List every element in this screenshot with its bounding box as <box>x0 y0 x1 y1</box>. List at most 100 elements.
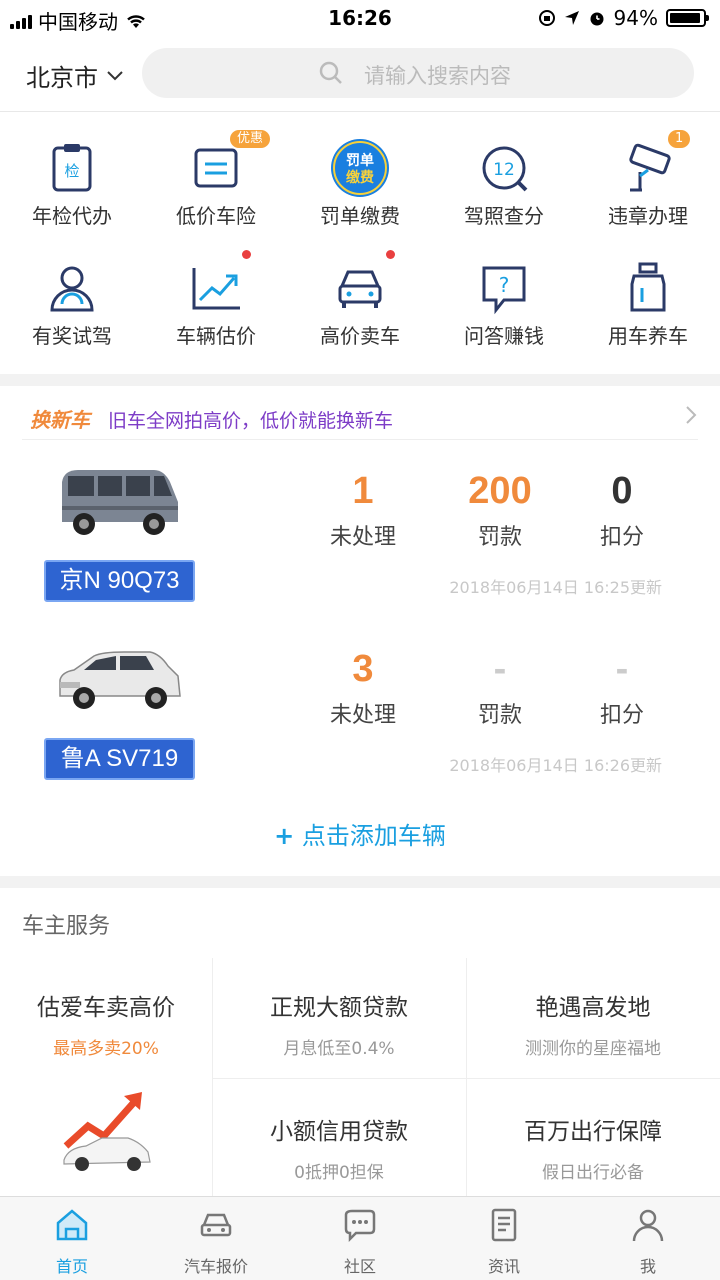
test-drive-icon <box>50 266 94 312</box>
header: 北京市 请输入搜索内容 <box>0 36 720 112</box>
stat-points: - 扣分 <box>552 648 692 729</box>
license-plate: 京N 90Q73 <box>44 560 195 602</box>
plus-icon: + <box>274 822 295 850</box>
status-icons: 94% <box>538 6 709 30</box>
sell-car-icon <box>338 270 382 308</box>
service-title: 百万出行保障 <box>524 1119 662 1145</box>
camera-icon <box>629 143 671 192</box>
update-time: 2018年06月14日 16:26更新 <box>449 756 662 775</box>
add-vehicle-label: 点击添加车辆 <box>301 822 446 850</box>
stat-value: 0 <box>611 470 633 512</box>
stat-unprocessed: 1 未处理 <box>293 470 433 551</box>
service-label: 违章办理 <box>608 204 688 228</box>
tab-label: 我 <box>639 1257 656 1276</box>
tab-home[interactable]: 首页 <box>0 1205 144 1277</box>
community-icon <box>344 1209 376 1243</box>
service-label: 罚单缴费 <box>320 204 400 228</box>
stat-value: 200 <box>468 470 532 512</box>
stat-label: 未处理 <box>329 525 396 550</box>
service-label: 驾照查分 <box>464 204 544 228</box>
service-cheap-insurance[interactable]: 优惠 低价车险 <box>144 118 288 238</box>
stat-value: - <box>493 648 507 690</box>
trade-in-banner[interactable]: 换新车 旧车全网拍高价，低价就能换新车 <box>22 396 698 440</box>
service-test-drive[interactable]: 有奖试驾 <box>0 238 144 358</box>
oil-can-icon <box>630 262 666 312</box>
van-image <box>62 470 178 535</box>
vehicle-row[interactable]: 鲁A SV719 3 未处理 - 罚款 - 扣分 2018年06月14日 16:… <box>0 640 720 812</box>
service-label: 有奖试驾 <box>32 324 112 348</box>
service-title: 小额信用贷款 <box>270 1119 408 1145</box>
valuation-chart-icon <box>192 268 240 310</box>
service-subtitle: 0抵押0担保 <box>294 1163 384 1183</box>
stat-points: 0 扣分 <box>552 470 692 551</box>
stat-label: 罚款 <box>477 525 522 550</box>
service-qa[interactable]: ? 问答赚钱 <box>432 238 576 358</box>
trade-in-tag: 换新车 <box>30 408 90 432</box>
profile-icon <box>632 1209 664 1242</box>
fine-icon-text-bottom: 缴费 <box>346 169 374 186</box>
inspection-icon: 检 <box>52 144 92 192</box>
car-price-icon <box>200 1213 232 1237</box>
service-valuation[interactable]: 车辆估价 <box>144 238 288 358</box>
inspection-icon-text: 检 <box>64 162 79 180</box>
search-bar[interactable]: 请输入搜索内容 <box>142 48 694 98</box>
fine-icon-text-top: 罚单 <box>346 152 374 169</box>
stat-label: 未处理 <box>329 703 396 728</box>
section-title: 车主服务 <box>22 914 111 939</box>
tab-community[interactable]: 社区 <box>288 1205 432 1277</box>
service-label: 问答赚钱 <box>464 324 544 348</box>
city-label: 北京市 <box>26 64 98 92</box>
service-license-points[interactable]: 12 驾照查分 <box>432 118 576 238</box>
home-icon <box>56 1209 88 1241</box>
service-violation[interactable]: 1 违章办理 <box>576 118 720 238</box>
city-selector[interactable]: 北京市 <box>26 58 124 93</box>
service-label: 年检代办 <box>32 204 112 228</box>
service-fine-payment[interactable]: 罚单 缴费 罚单缴费 <box>288 118 432 238</box>
service-sell-car[interactable]: 高价卖车 <box>288 238 432 358</box>
quick-service-grid: 检 年检代办 优惠 低价车险 罚单 缴费 罚单缴费 12 驾照查分 1 违章办理 … <box>0 112 720 374</box>
chevron-right-icon <box>686 406 697 424</box>
tab-label: 首页 <box>55 1257 88 1276</box>
vehicle-row[interactable]: 京N 90Q73 1 未处理 200 罚款 0 扣分 2018年06月14日 1… <box>0 462 720 634</box>
license-icon-text: 12 <box>493 160 515 180</box>
search-icon <box>319 61 342 84</box>
suv-image <box>59 651 181 709</box>
service-sell-high[interactable]: 估爱车卖高价 最高多卖20% <box>0 988 212 1059</box>
tab-label: 资讯 <box>487 1257 520 1276</box>
stat-label: 扣分 <box>599 703 644 728</box>
rotation-lock-icon <box>538 10 555 26</box>
fine-payment-icon: 罚单缴费 <box>331 139 389 197</box>
license-points-icon: 12 <box>482 146 528 192</box>
stat-unprocessed: 3 未处理 <box>293 648 433 729</box>
add-vehicle-button[interactable]: + 点击添加车辆 <box>0 816 720 851</box>
stat-value: - <box>615 648 629 690</box>
tab-news[interactable]: 资讯 <box>432 1205 576 1277</box>
service-horoscope[interactable]: 艳遇高发地 测测你的星座福地 <box>466 988 720 1059</box>
license-plate: 鲁A SV719 <box>44 738 195 780</box>
chevron-down-icon <box>107 70 123 80</box>
service-large-loan[interactable]: 正规大额贷款 月息低至0.4% <box>212 988 466 1059</box>
service-title: 估爱车卖高价 <box>37 995 175 1021</box>
tab-profile[interactable]: 我 <box>576 1205 720 1277</box>
stat-fine: - 罚款 <box>430 648 570 729</box>
violation-count-badge: 1 <box>668 130 691 148</box>
service-label: 高价卖车 <box>320 324 400 348</box>
divider <box>212 1078 720 1079</box>
service-car-care[interactable]: 用车养车 <box>576 238 720 358</box>
stat-value: 1 <box>352 470 374 512</box>
notification-dot <box>242 250 251 259</box>
service-title: 正规大额贷款 <box>270 995 408 1021</box>
tab-car-price[interactable]: 汽车报价 <box>144 1205 288 1277</box>
sell-car-arrow-image <box>63 1092 151 1171</box>
service-label: 用车养车 <box>608 324 688 348</box>
trade-in-text: 旧车全网拍高价，低价就能换新车 <box>108 410 394 432</box>
stat-value: 3 <box>352 648 374 690</box>
search-placeholder: 请输入搜索内容 <box>364 64 511 88</box>
service-small-loan[interactable]: 小额信用贷款 0抵押0担保 <box>212 1112 466 1183</box>
service-travel-insurance[interactable]: 百万出行保障 假日出行必备 <box>466 1112 720 1183</box>
battery-percent: 94% <box>613 6 658 30</box>
tab-label: 汽车报价 <box>183 1257 248 1276</box>
status-bar: 中国移动 16:26 94% <box>0 0 720 36</box>
news-icon <box>491 1208 517 1242</box>
service-annual-inspection[interactable]: 检 年检代办 <box>0 118 144 238</box>
